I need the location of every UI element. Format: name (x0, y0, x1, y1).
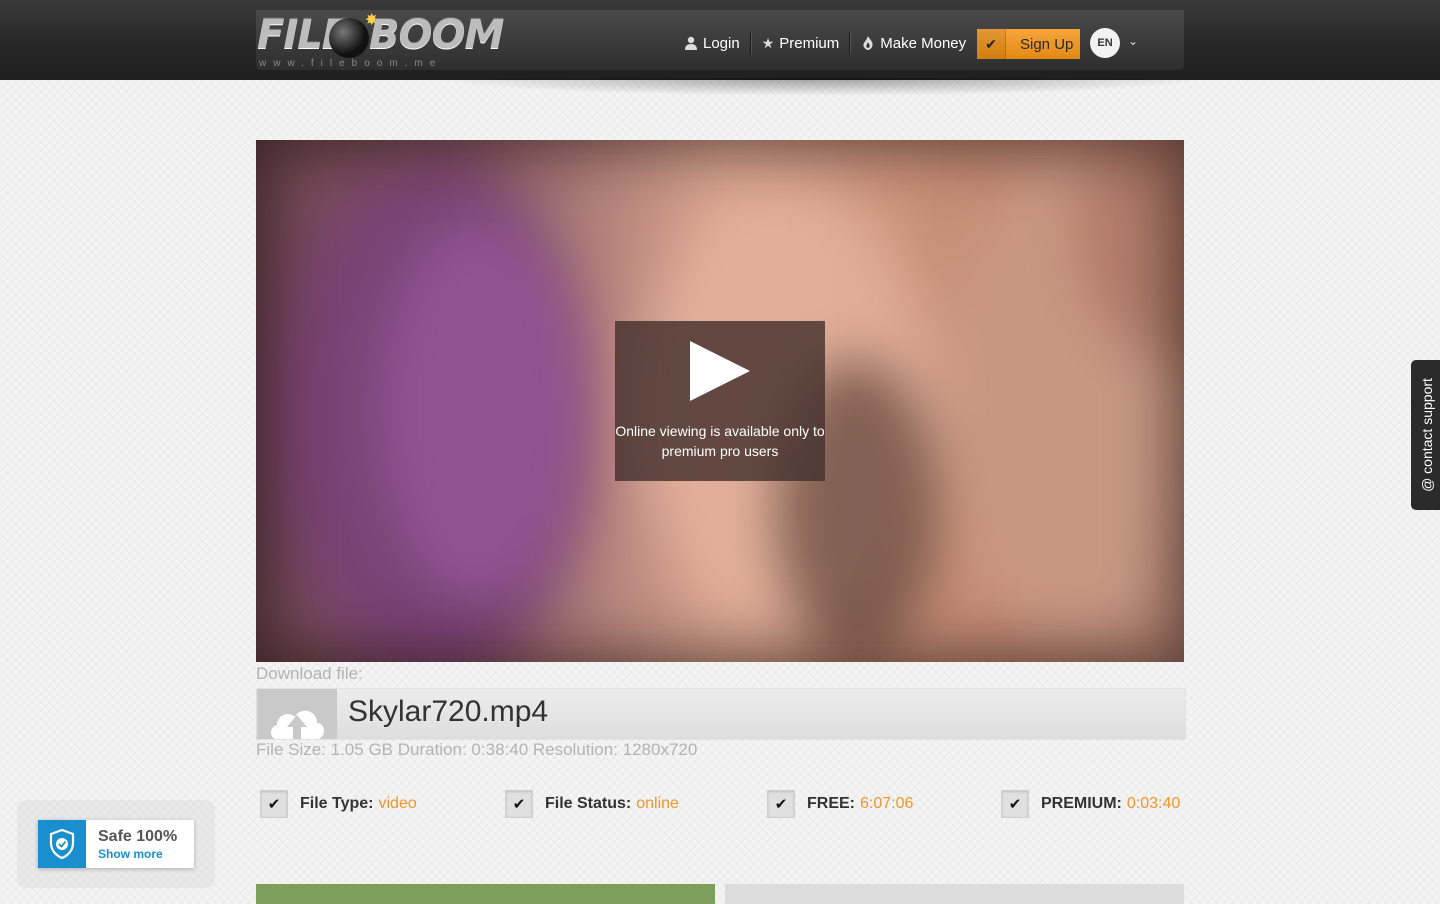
file-name-row: Skylar720.mp4 (256, 688, 1186, 740)
file-meta: File Size: 1.05 GB Duration: 0:38:40 Res… (256, 740, 698, 759)
signup-label: Sign Up (1020, 35, 1074, 53)
star-icon: ★ (761, 34, 775, 51)
safe-badge[interactable]: Safe 100% Show more (38, 820, 194, 868)
logo-text-boom: BOOM (369, 12, 504, 58)
file-name: Skylar720.mp4 (348, 695, 549, 728)
video-preview[interactable]: Online viewing is available only to prem… (256, 140, 1184, 662)
stat-value: 0:03:40 (1126, 795, 1181, 812)
nav-divider (749, 32, 752, 54)
stat-file-type: ✔ File Type: video (260, 790, 417, 818)
header-shadow (430, 78, 1210, 96)
premium-only-message: Online viewing is available only to prem… (615, 423, 825, 459)
safe-badge-title: Safe 100% (98, 828, 178, 845)
play-icon (690, 341, 750, 401)
free-download-button[interactable] (256, 884, 715, 904)
signup-button[interactable]: ✔ Sign Up (977, 29, 1080, 59)
user-icon (685, 36, 697, 50)
nav-divider (849, 32, 852, 54)
checkmark-icon: ✔ (767, 790, 795, 818)
contact-support-tab[interactable]: @ contact support (1411, 360, 1440, 510)
checkmark-icon: ✔ (505, 790, 533, 818)
checkmark-icon: ✔ (1001, 790, 1029, 818)
nav-make-money-label: Make Money (880, 34, 967, 52)
stat-key: File Status: (545, 795, 632, 812)
cloud-upload-icon (257, 689, 337, 739)
download-label: Download file: (256, 664, 363, 683)
flame-icon (863, 36, 873, 50)
play-button[interactable]: Online viewing is available only to prem… (615, 321, 825, 481)
checkmark-icon: ✔ (260, 790, 288, 818)
nav-login-label: Login (703, 34, 740, 52)
nav-make-money[interactable]: Make Money (861, 35, 966, 52)
fileboom-logo[interactable]: FILE ✸ BOOM www.fileboom.me (257, 12, 504, 72)
stat-value: online (636, 795, 679, 812)
nav-login[interactable]: Login (684, 35, 740, 52)
language-selector[interactable]: EN (1090, 28, 1120, 58)
contact-support-label: @ contact support (1419, 378, 1435, 492)
premium-download-button[interactable] (725, 884, 1184, 904)
stat-value: 6:07:06 (860, 795, 914, 812)
chevron-down-icon[interactable]: ⌄ (1128, 34, 1138, 48)
logo-url: www.fileboom.me (259, 58, 443, 69)
bomb-icon (329, 18, 369, 58)
stat-value: video (378, 795, 417, 812)
main-nav: Login ★ Premium Make Money (684, 30, 966, 56)
nav-premium[interactable]: ★ Premium (762, 35, 840, 52)
safe-badge-link[interactable]: Show more (98, 847, 163, 861)
nav-premium-label: Premium (779, 34, 840, 52)
stat-key: FREE: (807, 795, 855, 812)
stat-file-status: ✔ File Status: online (505, 790, 679, 818)
stat-premium-time: ✔ PREMIUM: 0:03:40 (1001, 790, 1180, 818)
stat-key: PREMIUM: (1041, 795, 1122, 812)
shield-check-icon (38, 820, 86, 868)
stat-key: File Type: (300, 795, 374, 812)
stat-free-time: ✔ FREE: 6:07:06 (767, 790, 913, 818)
checkmark-icon: ✔ (977, 29, 1006, 59)
